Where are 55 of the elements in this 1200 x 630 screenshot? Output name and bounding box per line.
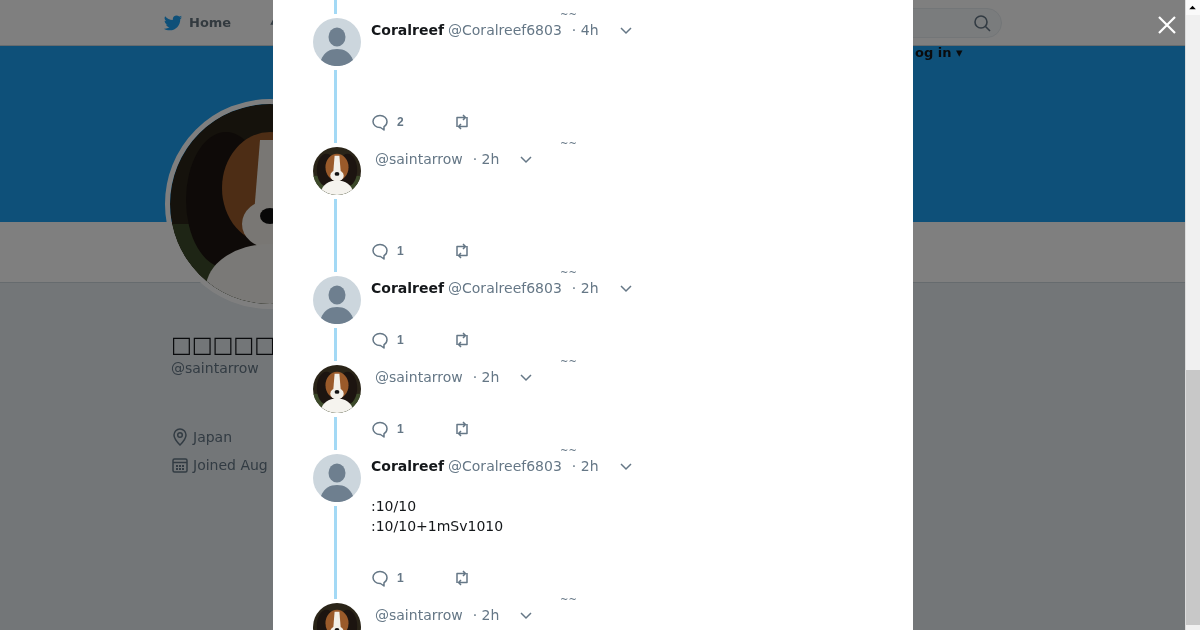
tilde-mark: ~~	[560, 10, 577, 20]
tweet-time[interactable]: · 2h	[472, 151, 500, 167]
retweet-icon[interactable]	[453, 242, 471, 260]
tweet-time[interactable]: · 4h	[571, 22, 599, 38]
chevron-icon[interactable]	[618, 282, 633, 294]
profile-handle: @saintarrow	[171, 359, 259, 377]
home-tab[interactable]: Home	[163, 12, 232, 33]
avatar-icon	[313, 18, 361, 66]
tilde-mark: ~~	[560, 139, 577, 149]
tilde-mark: ~~	[560, 268, 577, 278]
chevron-icon[interactable]	[519, 609, 534, 621]
tilde-mark: ~~	[560, 446, 577, 456]
tweet-time[interactable]: · 2h	[571, 458, 599, 474]
display-name: □□□□□	[171, 331, 275, 359]
calendar-icon	[171, 456, 189, 474]
user-handle[interactable]: @saintarrow	[375, 607, 463, 623]
tweet-text: :10/10+1mSv1010	[371, 517, 505, 536]
reply-button[interactable]: 1	[371, 569, 453, 587]
user-handle[interactable]: @Coralreef6803	[448, 280, 562, 296]
reply-button[interactable]: 1	[371, 242, 453, 260]
tilde-mark: ~~	[560, 357, 577, 367]
chevron-icon[interactable]	[618, 24, 633, 36]
user-handle[interactable]: @Coralreef6803	[448, 22, 562, 38]
user-handle[interactable]: @saintarrow	[375, 369, 463, 385]
reply-icon	[371, 420, 389, 438]
tweet-time[interactable]: · 2h	[472, 607, 500, 623]
reply-button[interactable]: 1	[371, 331, 453, 349]
user-name[interactable]: Coralreef	[371, 458, 445, 474]
user-handle[interactable]: @saintarrow	[375, 151, 463, 167]
user-handle[interactable]: @Coralreef6803	[448, 458, 562, 474]
chevron-icon[interactable]	[519, 371, 534, 383]
retweet-icon[interactable]	[453, 113, 471, 131]
avatar-icon	[313, 454, 361, 502]
scrollbar[interactable]	[1185, 0, 1200, 630]
reply-button[interactable]: 1	[371, 420, 453, 438]
search-icon	[973, 13, 991, 32]
reply-icon	[371, 569, 389, 587]
tweet-text: :10/10	[371, 497, 418, 516]
chevron-icon[interactable]	[519, 153, 534, 165]
retweet-icon[interactable]	[453, 420, 471, 438]
tweet-time[interactable]: · 2h	[472, 369, 500, 385]
tweet-time[interactable]: · 2h	[571, 280, 599, 296]
user-name[interactable]: Coralreef	[371, 280, 445, 296]
chevron-icon[interactable]	[618, 460, 633, 472]
reply-icon	[371, 113, 389, 131]
location-icon	[171, 428, 189, 446]
location-text: Japan	[193, 429, 233, 445]
retweet-icon[interactable]	[453, 331, 471, 349]
retweet-icon[interactable]	[453, 569, 471, 587]
joined-date: Joined Aug	[193, 457, 268, 473]
reply-icon	[371, 331, 389, 349]
reply-icon	[371, 242, 389, 260]
reply-button[interactable]: 2	[371, 113, 453, 131]
tilde-mark: ~~	[560, 595, 577, 605]
user-name[interactable]: Coralreef	[371, 22, 445, 38]
